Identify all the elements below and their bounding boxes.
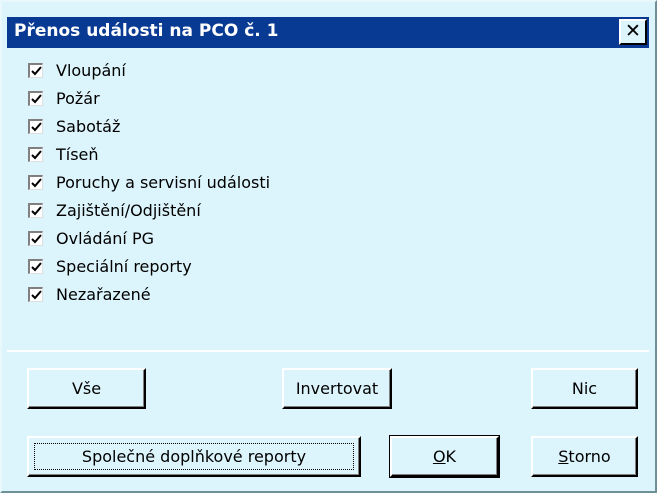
option-label: Speciální reporty: [56, 256, 192, 276]
checkmark-icon: [31, 261, 42, 271]
checkmark-icon: [31, 65, 42, 75]
option-label: Nezařazené: [56, 284, 151, 304]
ok-mnemonic: O: [432, 447, 446, 466]
option-zajisteni[interactable]: Zajištění/Odjištění: [28, 197, 201, 223]
option-label: Sabotáž: [56, 116, 121, 136]
option-ovladani-pg[interactable]: Ovládání PG: [28, 225, 154, 251]
option-label: Ovládání PG: [56, 228, 154, 248]
checkmark-icon: [31, 233, 42, 243]
close-icon: ✕: [625, 20, 641, 42]
ok-button[interactable]: OK: [389, 435, 500, 478]
option-sabotaz[interactable]: Sabotáž: [28, 113, 120, 139]
invert-label: Invertovat: [295, 379, 379, 398]
separator: [7, 350, 649, 352]
checkbox-specialni-reporty[interactable]: [28, 258, 43, 274]
dialog-window: Přenos události na PCO č. 1 ✕ Vloupání P…: [0, 0, 657, 493]
checkbox-vloupani[interactable]: [28, 62, 43, 78]
checkmark-icon: [31, 149, 42, 159]
select-none-label: Nic: [571, 379, 598, 398]
cancel-label: Storno: [558, 447, 610, 466]
close-button[interactable]: ✕: [619, 19, 647, 45]
checkmark-icon: [31, 121, 42, 131]
checkmark-icon: [31, 205, 42, 215]
select-all-button[interactable]: Vše: [27, 368, 146, 409]
checkbox-sabotaz[interactable]: [28, 118, 43, 134]
checkmark-icon: [31, 289, 42, 299]
title-bar[interactable]: Přenos události na PCO č. 1 ✕: [7, 17, 649, 48]
focus-ring: [34, 443, 354, 470]
dialog-title: Přenos události na PCO č. 1: [14, 21, 279, 41]
cancel-mnemonic: S: [558, 447, 569, 466]
checkbox-ovladani-pg[interactable]: [28, 230, 43, 246]
ok-label-rest: K: [445, 447, 457, 466]
option-specialni-reporty[interactable]: Speciální reporty: [28, 253, 192, 279]
invert-button[interactable]: Invertovat: [282, 368, 392, 409]
option-nezarazene[interactable]: Nezařazené: [28, 281, 151, 307]
option-vloupani[interactable]: Vloupání: [28, 57, 126, 83]
select-none-button[interactable]: Nic: [531, 368, 638, 409]
checkmark-icon: [31, 177, 42, 187]
cancel-label-rest: torno: [568, 447, 611, 466]
checkbox-nezarazene[interactable]: [28, 286, 43, 302]
checkmark-icon: [31, 93, 42, 103]
checkbox-pozar[interactable]: [28, 90, 43, 106]
common-reports-button[interactable]: Společné doplňkové reporty: [27, 436, 361, 477]
ok-label: OK: [433, 447, 456, 466]
option-poruchy[interactable]: Poruchy a servisní události: [28, 169, 270, 195]
option-label: Zajištění/Odjištění: [56, 200, 201, 220]
option-label: Vloupání: [56, 60, 126, 80]
option-label: Požár: [56, 88, 100, 108]
option-pozar[interactable]: Požár: [28, 85, 100, 111]
checkbox-tisen[interactable]: [28, 146, 43, 162]
option-label: Poruchy a servisní události: [56, 172, 271, 192]
checkbox-poruchy[interactable]: [28, 174, 43, 190]
cancel-button[interactable]: Storno: [531, 436, 638, 477]
select-all-label: Vše: [71, 379, 102, 398]
option-label: Tíseň: [56, 144, 99, 164]
option-tisen[interactable]: Tíseň: [28, 141, 99, 167]
checkbox-zajisteni[interactable]: [28, 202, 43, 218]
